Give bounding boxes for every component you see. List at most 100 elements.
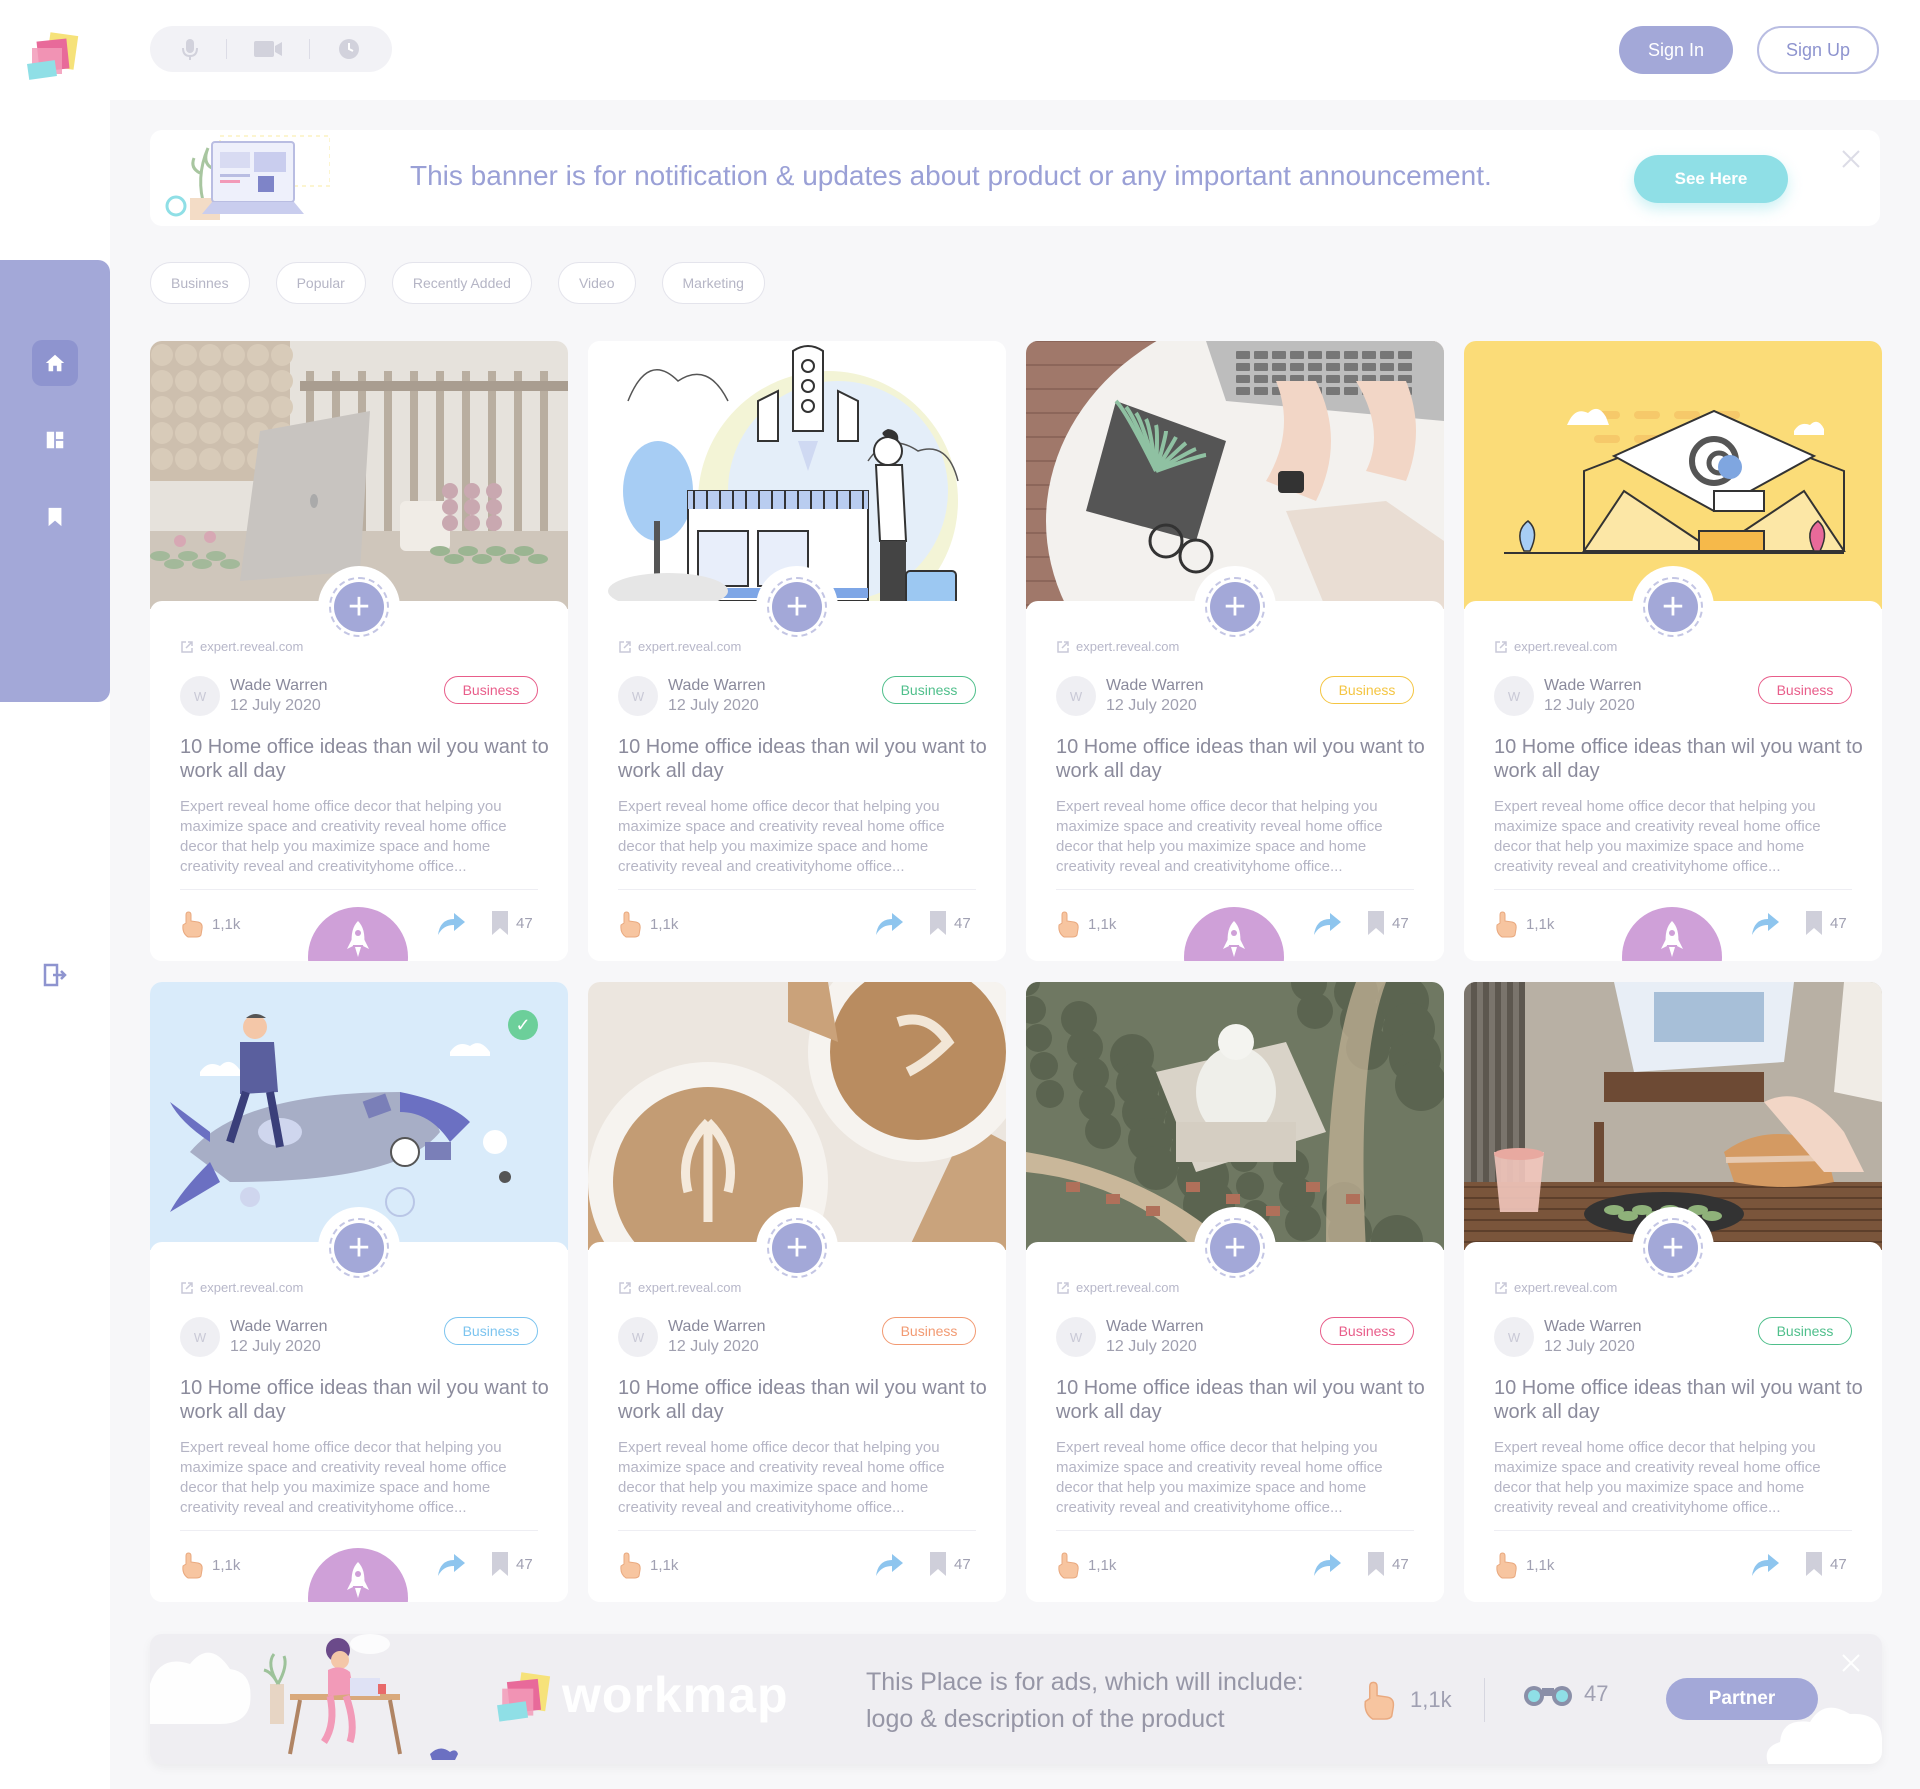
avatar[interactable]: W [180, 1317, 220, 1357]
share-button[interactable] [874, 911, 904, 942]
source-link[interactable]: expert.reveal.com [180, 639, 303, 654]
sign-in-button[interactable]: Sign In [1619, 26, 1733, 74]
microphone-icon[interactable] [181, 37, 199, 61]
see-here-button[interactable]: See Here [1634, 155, 1788, 203]
save-button[interactable]: 47 [490, 1550, 533, 1578]
video-camera-icon[interactable] [253, 39, 283, 59]
close-icon[interactable] [1840, 148, 1862, 170]
article-card[interactable]: + expert.reveal.com W Wade Warren 12 Jul… [1026, 982, 1444, 1602]
article-card[interactable]: + expert.reveal.com W Wade Warren 12 Jul… [1026, 341, 1444, 961]
article-card[interactable]: ✓ + expert.reveal.com W Wade Warren 12 J… [150, 982, 568, 1602]
avatar[interactable]: W [618, 1317, 658, 1357]
nav-dashboard[interactable] [32, 417, 78, 463]
add-button[interactable]: + [756, 566, 838, 648]
save-button[interactable]: 47 [1804, 1550, 1847, 1578]
avatar[interactable]: W [180, 676, 220, 716]
share-button[interactable] [1312, 911, 1342, 942]
add-button[interactable]: + [1632, 566, 1714, 648]
save-button[interactable]: 47 [1366, 1550, 1409, 1578]
author-name[interactable]: Wade Warren [230, 677, 328, 695]
save-button[interactable]: 47 [1804, 909, 1847, 937]
article-card[interactable]: + expert.reveal.com W Wade Warren 12 Jul… [588, 341, 1006, 961]
filter-chip[interactable]: Popular [275, 262, 366, 304]
card-title[interactable]: 10 Home office ideas than wil you want t… [1494, 1376, 1864, 1424]
category-tag[interactable]: Business [882, 1317, 976, 1345]
card-title[interactable]: 10 Home office ideas than wil you want t… [180, 1376, 550, 1424]
like-button[interactable]: 1,1k [180, 1550, 240, 1580]
like-button[interactable]: 1,1k [618, 1550, 678, 1580]
avatar[interactable]: W [1056, 1317, 1096, 1357]
save-button[interactable]: 47 [928, 1550, 971, 1578]
category-tag[interactable]: Business [1320, 676, 1414, 704]
share-button[interactable] [1750, 911, 1780, 942]
nav-home[interactable] [32, 340, 78, 386]
card-title[interactable]: 10 Home office ideas than wil you want t… [618, 735, 988, 783]
nav-bookmarks[interactable] [32, 494, 78, 540]
share-button[interactable] [436, 1552, 466, 1583]
add-button[interactable]: + [1194, 566, 1276, 648]
avatar[interactable]: W [1494, 1317, 1534, 1357]
source-link[interactable]: expert.reveal.com [1056, 1280, 1179, 1295]
app-logo[interactable] [26, 32, 82, 84]
source-link[interactable]: expert.reveal.com [1494, 639, 1617, 654]
save-button[interactable]: 47 [928, 909, 971, 937]
filter-chip[interactable]: Recently Added [391, 262, 532, 304]
like-button[interactable]: 1,1k [180, 909, 240, 939]
avatar[interactable]: W [1056, 676, 1096, 716]
add-button[interactable]: + [1632, 1207, 1714, 1289]
article-card[interactable]: + expert.reveal.com W Wade Warren 12 Jul… [588, 982, 1006, 1602]
filter-chip[interactable]: Marketing [661, 262, 765, 304]
author-name[interactable]: Wade Warren [230, 1318, 328, 1336]
avatar[interactable]: W [1494, 676, 1534, 716]
filter-chip[interactable]: Businnes [150, 262, 250, 304]
add-button[interactable]: + [318, 1207, 400, 1289]
add-button[interactable]: + [756, 1207, 838, 1289]
article-card[interactable]: + expert.reveal.com W Wade Warren 12 Jul… [150, 341, 568, 961]
source-link[interactable]: expert.reveal.com [618, 639, 741, 654]
author-name[interactable]: Wade Warren [668, 1318, 766, 1336]
like-button[interactable]: 1,1k [1494, 909, 1554, 939]
author-name[interactable]: Wade Warren [668, 677, 766, 695]
author-name[interactable]: Wade Warren [1106, 677, 1204, 695]
like-button[interactable]: 1,1k [1494, 1550, 1554, 1580]
like-button[interactable]: 1,1k [618, 909, 678, 939]
card-title[interactable]: 10 Home office ideas than wil you want t… [618, 1376, 988, 1424]
article-card[interactable]: + expert.reveal.com W Wade Warren 12 Jul… [1464, 341, 1882, 961]
avatar[interactable]: W [618, 676, 658, 716]
category-tag[interactable]: Business [1758, 676, 1852, 704]
category-tag[interactable]: Business [444, 676, 538, 704]
category-tag[interactable]: Business [444, 1317, 538, 1345]
category-tag[interactable]: Business [882, 676, 976, 704]
save-button[interactable]: 47 [490, 909, 533, 937]
source-link[interactable]: expert.reveal.com [1056, 639, 1179, 654]
author-name[interactable]: Wade Warren [1106, 1318, 1204, 1336]
filter-chip[interactable]: Video [557, 262, 636, 304]
like-button[interactable]: 1,1k [1056, 1550, 1116, 1580]
like-button[interactable]: 1,1k [1056, 909, 1116, 939]
share-button[interactable] [1750, 1552, 1780, 1583]
source-link[interactable]: expert.reveal.com [180, 1280, 303, 1295]
author-name[interactable]: Wade Warren [1544, 677, 1642, 695]
logout-button[interactable] [40, 960, 70, 990]
source-link[interactable]: expert.reveal.com [1494, 1280, 1617, 1295]
share-button[interactable] [1312, 1552, 1342, 1583]
article-card[interactable]: + expert.reveal.com W Wade Warren 12 Jul… [1464, 982, 1882, 1602]
author-name[interactable]: Wade Warren [1544, 1318, 1642, 1336]
close-icon[interactable] [1840, 1652, 1862, 1674]
card-title[interactable]: 10 Home office ideas than wil you want t… [180, 735, 550, 783]
card-title[interactable]: 10 Home office ideas than wil you want t… [1056, 1376, 1426, 1424]
save-button[interactable]: 47 [1366, 909, 1409, 937]
card-title[interactable]: 10 Home office ideas than wil you want t… [1056, 735, 1426, 783]
sign-up-button[interactable]: Sign Up [1757, 26, 1879, 74]
source-text: expert.reveal.com [1514, 639, 1618, 654]
ad-likes[interactable]: 1,1k [1360, 1678, 1452, 1722]
share-button[interactable] [436, 911, 466, 942]
category-tag[interactable]: Business [1758, 1317, 1852, 1345]
card-title[interactable]: 10 Home office ideas than wil you want t… [1494, 735, 1864, 783]
share-button[interactable] [874, 1552, 904, 1583]
clock-icon[interactable] [337, 37, 361, 61]
add-button[interactable]: + [1194, 1207, 1276, 1289]
category-tag[interactable]: Business [1320, 1317, 1414, 1345]
add-button[interactable]: + [318, 566, 400, 648]
source-link[interactable]: expert.reveal.com [618, 1280, 741, 1295]
